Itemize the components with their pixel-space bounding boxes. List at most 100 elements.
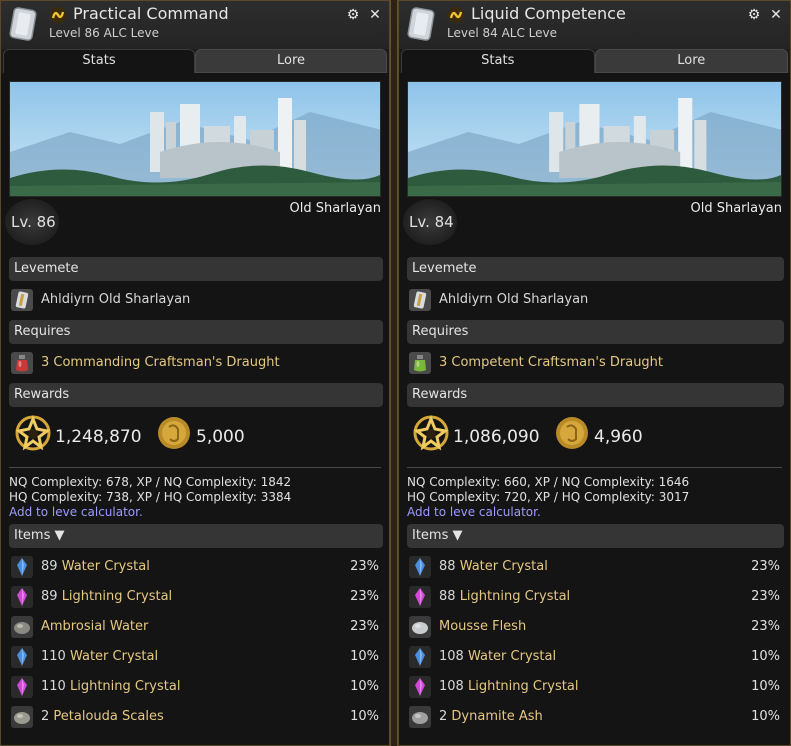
- item-row[interactable]: 89 Lightning Crystal 23%: [9, 583, 381, 611]
- item-qty: 110: [41, 679, 66, 694]
- item-chance: 10%: [350, 679, 379, 694]
- item-chance: 10%: [350, 649, 379, 664]
- item-row[interactable]: 88 Lightning Crystal 23%: [407, 583, 782, 611]
- leve-panel: Liquid Competence Level 84 ALC Leve ⚙ ✕ …: [398, 0, 791, 746]
- item-row[interactable]: 108 Lightning Crystal 10%: [407, 673, 782, 701]
- old-sharlayan-banner-image: [408, 82, 781, 196]
- item-name: Water Crystal: [467, 649, 557, 664]
- level-badge: Lv. 86: [5, 199, 59, 245]
- lightning-crystal-icon: [409, 586, 431, 608]
- item-row[interactable]: 110 Water Crystal 10%: [9, 643, 381, 671]
- item-qty: 2: [41, 709, 50, 724]
- gil-value: 4,960: [594, 427, 643, 447]
- leve-title: Practical Command: [73, 4, 229, 23]
- divider: [407, 467, 782, 468]
- requires-item: 3 Competent Craftsman's Draught: [439, 355, 664, 370]
- item-row[interactable]: 2 Petalouda Scales 10%: [9, 703, 381, 731]
- hq-complexity: HQ Complexity: 738, XP / HQ Complexity: …: [9, 490, 292, 504]
- item-chance: 10%: [751, 649, 780, 664]
- item-qty: 110: [41, 649, 66, 664]
- item-qty: 2: [439, 709, 448, 724]
- section-rewards: Rewards: [407, 383, 784, 407]
- requires-item: 3 Commanding Craftsman's Draught: [41, 355, 280, 370]
- add-to-leve-calculator-link[interactable]: Add to leve calculator.: [9, 505, 143, 519]
- requires-row[interactable]: 3 Commanding Craftsman's Draught: [9, 349, 381, 377]
- item-qty: 88: [439, 559, 456, 574]
- levemete-name: Ahldiyrn Old Sharlayan: [41, 292, 191, 307]
- section-items-toggle[interactable]: Items ▼: [407, 524, 784, 548]
- item-name: Mousse Flesh: [439, 619, 527, 634]
- water-crystal-icon: [409, 556, 431, 578]
- level-badge: Lv. 84: [403, 199, 457, 245]
- gear-icon[interactable]: ⚙: [345, 7, 361, 23]
- leve-subtitle: Level 84 ALC Leve: [447, 26, 558, 40]
- petalouda-scales-icon: [11, 706, 33, 728]
- item-qty: 108: [439, 679, 464, 694]
- section-requires: Requires: [9, 320, 383, 344]
- nq-complexity: NQ Complexity: 660, XP / NQ Complexity: …: [407, 475, 690, 489]
- item-row[interactable]: 89 Water Crystal 23%: [9, 553, 381, 581]
- items-list: 89 Water Crystal 23% 89 Lightning Crysta…: [1, 70, 389, 728]
- dynamite-ash-icon: [409, 706, 431, 728]
- close-icon[interactable]: ✕: [768, 7, 784, 23]
- item-name: Water Crystal: [61, 559, 150, 574]
- items-list: 88 Water Crystal 23% 88 Lightning Crysta…: [399, 70, 790, 728]
- item-name: Lightning Crystal: [61, 589, 173, 604]
- item-name: Lightning Crystal: [459, 589, 571, 604]
- water-crystal-icon: [11, 556, 33, 578]
- item-chance: 10%: [350, 709, 379, 724]
- section-requires: Requires: [407, 320, 784, 344]
- hq-complexity: HQ Complexity: 720, XP / HQ Complexity: …: [407, 490, 690, 504]
- ambrosial-water-icon: [11, 616, 33, 638]
- item-name: Lightning Crystal: [467, 679, 579, 694]
- gil-coin-icon: [554, 413, 590, 453]
- item-row[interactable]: Mousse Flesh 23%: [407, 613, 782, 641]
- close-icon[interactable]: ✕: [367, 7, 383, 23]
- item-row[interactable]: 88 Water Crystal 23%: [407, 553, 782, 581]
- item-chance: 23%: [751, 619, 780, 634]
- section-levemete: Levemete: [9, 257, 383, 281]
- levemete-row[interactable]: Ahldiyrn Old Sharlayan: [407, 286, 782, 314]
- red-potion-icon: [11, 352, 33, 374]
- gear-icon[interactable]: ⚙: [746, 7, 762, 23]
- levemete-name: Ahldiyrn Old Sharlayan: [439, 292, 589, 307]
- lightning-crystal-icon: [409, 676, 431, 698]
- gil-coin-icon: [156, 413, 192, 453]
- item-qty: 108: [439, 649, 464, 664]
- leve-type-icon: [447, 6, 465, 24]
- item-chance: 10%: [751, 679, 780, 694]
- item-row[interactable]: Ambrosial Water 23%: [9, 613, 381, 641]
- item-row[interactable]: 108 Water Crystal 10%: [407, 643, 782, 671]
- item-name: Dynamite Ash: [451, 709, 543, 724]
- water-crystal-icon: [409, 646, 431, 668]
- item-chance: 23%: [350, 559, 379, 574]
- item-name: Ambrosial Water: [41, 619, 149, 634]
- levemete-row[interactable]: Ahldiyrn Old Sharlayan: [9, 286, 381, 314]
- item-row[interactable]: 2 Dynamite Ash 10%: [407, 703, 782, 731]
- item-chance: 23%: [751, 559, 780, 574]
- item-qty: 89: [41, 559, 58, 574]
- add-to-leve-calculator-link[interactable]: Add to leve calculator.: [407, 505, 541, 519]
- leve-panel: Practical Command Level 86 ALC Leve ⚙ ✕ …: [0, 0, 390, 746]
- leve-type-icon: [49, 6, 67, 24]
- leve-subtitle: Level 86 ALC Leve: [49, 26, 160, 40]
- green-potion-icon: [409, 352, 431, 374]
- xp-icon: [13, 413, 53, 453]
- banner: [407, 81, 782, 197]
- panel-divider: [390, 0, 398, 746]
- lightning-crystal-icon: [11, 586, 33, 608]
- xp-value: 1,248,870: [55, 427, 142, 447]
- section-items-toggle[interactable]: Items ▼: [9, 524, 383, 548]
- requires-row[interactable]: 3 Competent Craftsman's Draught: [407, 349, 782, 377]
- item-chance: 10%: [751, 709, 780, 724]
- banner: [9, 81, 381, 197]
- location-label: Old Sharlayan: [690, 201, 782, 216]
- item-name: Water Crystal: [459, 559, 548, 574]
- item-qty: 89: [41, 589, 58, 604]
- item-chance: 23%: [350, 589, 379, 604]
- panel-header[interactable]: Practical Command Level 86 ALC Leve ⚙ ✕: [1, 1, 389, 49]
- levemete-icon: [11, 289, 33, 311]
- xp-value: 1,086,090: [453, 427, 540, 447]
- panel-header[interactable]: Liquid Competence Level 84 ALC Leve ⚙ ✕: [399, 1, 790, 49]
- item-row[interactable]: 110 Lightning Crystal 10%: [9, 673, 381, 701]
